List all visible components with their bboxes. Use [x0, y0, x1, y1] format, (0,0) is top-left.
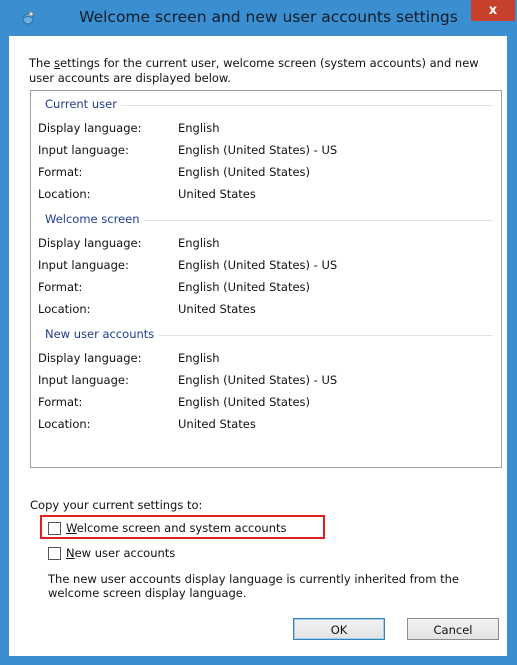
row-label: Input language: — [38, 373, 129, 387]
row-value: English (United States) - US — [178, 258, 338, 272]
ok-button[interactable]: OK — [293, 618, 385, 640]
title-bar[interactable]: Welcome screen and new user accounts set… — [0, 0, 517, 36]
dialog-window: Welcome screen and new user accounts set… — [0, 0, 517, 665]
settings-panel: Current user Display language: English I… — [30, 90, 502, 468]
section-title-welcome-screen: Welcome screen — [45, 212, 144, 226]
window-title: Welcome screen and new user accounts set… — [79, 8, 458, 26]
row-label: Display language: — [38, 121, 142, 135]
section-title-current-user: Current user — [45, 97, 121, 111]
row-label: Format: — [38, 280, 83, 294]
row-label: Input language: — [38, 258, 129, 272]
intro-text: The settings for the current user, welco… — [29, 56, 489, 86]
row-value: English (United States) — [178, 395, 311, 409]
copy-settings-label: Copy your current settings to: — [30, 498, 203, 512]
intro-rest: ettings for the current user, welcome sc… — [29, 56, 479, 85]
inheritance-note: The new user accounts display language i… — [48, 572, 459, 600]
row-value: English (United States) — [178, 165, 311, 179]
new-user-checkbox-row[interactable]: New user accounts — [48, 546, 175, 560]
globe-settings-icon — [21, 10, 35, 25]
dialog-body: The settings for the current user, welco… — [9, 36, 507, 656]
row-value: English — [178, 121, 220, 135]
row-value: English — [178, 236, 220, 250]
close-button[interactable]: x — [471, 0, 515, 21]
row-value: English (United States) — [178, 280, 311, 294]
row-value: English — [178, 351, 220, 365]
newuser-accelerator: N — [66, 546, 75, 560]
new-user-checkbox[interactable] — [48, 546, 61, 560]
row-value: United States — [178, 417, 256, 431]
row-label: Display language: — [38, 351, 142, 365]
highlight-box — [40, 515, 325, 539]
row-label: Location: — [38, 302, 91, 316]
row-value: United States — [178, 187, 256, 201]
row-label: Format: — [38, 165, 83, 179]
row-label: Location: — [38, 417, 91, 431]
row-label: Location: — [38, 187, 91, 201]
section-title-new-user-accounts: New user accounts — [45, 327, 159, 341]
row-value: English (United States) - US — [178, 143, 338, 157]
row-label: Format: — [38, 395, 83, 409]
intro-prefix: The — [29, 56, 55, 70]
row-value: United States — [178, 302, 256, 316]
newuser-label-rest: ew user accounts — [74, 546, 176, 560]
row-label: Display language: — [38, 236, 142, 250]
cancel-button[interactable]: Cancel — [407, 618, 499, 640]
row-value: English (United States) - US — [178, 373, 338, 387]
new-user-checkbox-label[interactable]: New user accounts — [66, 546, 175, 560]
row-label: Input language: — [38, 143, 129, 157]
